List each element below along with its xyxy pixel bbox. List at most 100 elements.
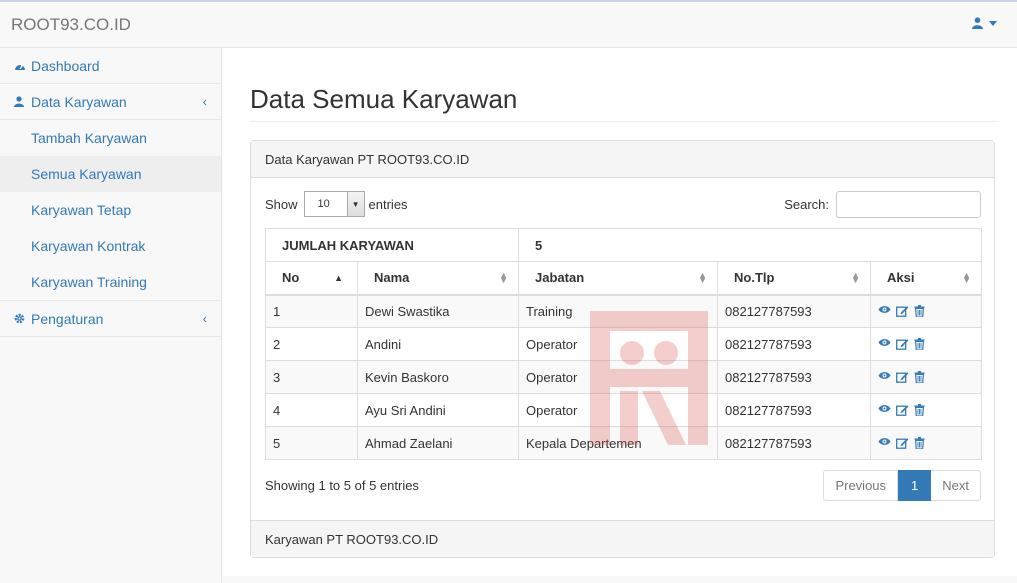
cell-no: 5 (265, 426, 358, 460)
sidebar-item-pengaturan[interactable]: Pengaturan ‹ (0, 301, 221, 337)
sidebar-submenu: Tambah Karyawan Semua Karyawan Karyawan … (0, 120, 221, 301)
cell-jabatan: Operator (518, 360, 718, 394)
cell-notlp: 082127787593 (717, 426, 871, 460)
dashboard-icon (14, 61, 26, 71)
row-actions (878, 337, 974, 351)
table-body: 1 Dewi Swastika Training 082127787593 2 Andin… (265, 294, 982, 460)
table-row: 4 Ayu Sri Andini Operator 082127787593 (265, 393, 982, 427)
next-button[interactable]: Next (931, 470, 981, 501)
trash-icon[interactable] (914, 370, 927, 384)
employee-panel: Data Karyawan PT ROOT93.CO.ID Show 10 ▼ … (250, 140, 995, 558)
user-menu[interactable] (972, 17, 997, 29)
search-input[interactable] (836, 191, 981, 218)
cell-no: 4 (265, 393, 358, 427)
page-1-button[interactable]: 1 (898, 470, 932, 501)
cell-aksi (870, 393, 982, 427)
row-actions (878, 403, 974, 417)
row-actions (878, 436, 974, 450)
summary-label: JUMLAH KARYAWAN (265, 228, 519, 262)
table-row: 5 Ahmad Zaelani Kepala Departemen 082127787… (265, 426, 982, 460)
sidebar-item-karyawan-kontrak[interactable]: Karyawan Kontrak (0, 228, 221, 264)
pagination: Previous 1 Next (823, 470, 981, 501)
row-actions (878, 370, 974, 384)
column-header-nama[interactable]: Nama ▲ ▼ (357, 261, 519, 296)
edit-icon[interactable] (896, 437, 909, 450)
table-row: 2 Andini Operator 082127787593 (265, 327, 982, 361)
entries-select-value: 10 (317, 198, 330, 210)
sidebar-item-data-karyawan[interactable]: Data Karyawan ‹ (0, 84, 221, 120)
trash-icon[interactable] (914, 436, 927, 450)
sort-icon: ▲ ▼ (499, 270, 508, 285)
column-header-no[interactable]: No ▲ (265, 261, 358, 296)
panel-footer: Karyawan PT ROOT93.CO.ID (251, 520, 994, 557)
sidebar-item-dashboard[interactable]: Dashboard (0, 48, 221, 84)
divider (250, 121, 999, 122)
chevron-left-icon: ‹ (202, 94, 207, 109)
cell-notlp: 082127787593 (717, 327, 871, 361)
column-label: Nama (374, 270, 410, 286)
employee-table: JUMLAH KARYAWAN 5 No ▲ Nama ▲ ▼ Jabatan ▲ ▼ N… (265, 228, 982, 460)
cell-jabatan: Operator (518, 393, 718, 427)
sidebar-item-label: Data Karyawan (31, 93, 127, 110)
caret-down-icon: ▼ (346, 192, 364, 216)
sidebar-item-karyawan-training[interactable]: Karyawan Training (0, 264, 221, 300)
sidebar-item-karyawan-tetap[interactable]: Karyawan Tetap (0, 192, 221, 228)
entries-select[interactable]: 10 ▼ (303, 191, 365, 217)
cell-no: 2 (265, 327, 358, 361)
trash-icon[interactable] (914, 337, 927, 351)
eye-icon[interactable] (878, 404, 891, 417)
summary-row: JUMLAH KARYAWAN 5 (265, 228, 982, 262)
user-icon (14, 96, 26, 107)
sort-icon: ▲ ▼ (851, 270, 860, 285)
edit-icon[interactable] (896, 371, 909, 384)
sort-icon: ▲ ▼ (962, 270, 971, 285)
table-row: 3 Kevin Baskoro Operator 082127787593 (265, 360, 982, 394)
edit-icon[interactable] (896, 338, 909, 351)
cell-notlp: 082127787593 (717, 393, 871, 427)
cell-jabatan: Training (518, 294, 718, 328)
chevron-left-icon: ‹ (202, 311, 207, 326)
entries-label: entries (368, 196, 408, 212)
sidebar-item-tambah-karyawan[interactable]: Tambah Karyawan (0, 120, 221, 156)
eye-icon[interactable] (878, 371, 891, 384)
column-header-jabatan[interactable]: Jabatan ▲ ▼ (518, 261, 718, 296)
cell-nama: Kevin Baskoro (357, 360, 519, 394)
panel-heading: Data Karyawan PT ROOT93.CO.ID (251, 141, 994, 178)
eye-icon[interactable] (878, 305, 891, 318)
cell-nama: Andini (357, 327, 519, 361)
user-icon (972, 17, 983, 29)
trash-icon[interactable] (914, 304, 927, 318)
cell-aksi (870, 360, 982, 394)
cell-nama: Ayu Sri Andini (357, 393, 519, 427)
eye-icon[interactable] (878, 338, 891, 351)
sidebar-item-semua-karyawan[interactable]: Semua Karyawan (0, 156, 221, 192)
cell-aksi (870, 426, 982, 460)
cell-nama: Ahmad Zaelani (357, 426, 519, 460)
cell-notlp: 082127787593 (717, 294, 871, 328)
column-label: Aksi (887, 270, 915, 286)
row-actions (878, 304, 974, 318)
entries-length-control: Show 10 ▼ entries (265, 191, 408, 217)
sort-icon: ▲ ▼ (698, 270, 707, 285)
cell-notlp: 082127787593 (717, 360, 871, 394)
column-label: No.Tlp (734, 270, 775, 286)
sidebar: Dashboard Data Karyawan ‹ Tambah Karyawa… (0, 48, 222, 583)
previous-button[interactable]: Previous (823, 470, 899, 501)
column-header-notlp[interactable]: No.Tlp ▲ ▼ (717, 261, 871, 296)
edit-icon[interactable] (896, 305, 909, 318)
eye-icon[interactable] (878, 437, 891, 450)
brand-title[interactable]: ROOT93.CO.ID (11, 15, 131, 35)
edit-icon[interactable] (896, 404, 909, 417)
top-navbar: ROOT93.CO.ID (0, 0, 1017, 48)
header-row: No ▲ Nama ▲ ▼ Jabatan ▲ ▼ No.Tlp ▲ ▼ Aksi ▲ ▼ (265, 261, 982, 296)
table-search: Search: (784, 191, 981, 218)
cell-aksi (870, 327, 982, 361)
trash-icon[interactable] (914, 403, 927, 417)
summary-value: 5 (518, 228, 982, 262)
column-header-aksi[interactable]: Aksi ▲ ▼ (870, 261, 982, 296)
cell-no: 3 (265, 360, 358, 394)
caret-down-icon (989, 20, 997, 26)
table-info: Showing 1 to 5 of 5 entries (265, 478, 419, 493)
column-label: Jabatan (535, 270, 585, 286)
cell-nama: Dewi Swastika (357, 294, 519, 328)
